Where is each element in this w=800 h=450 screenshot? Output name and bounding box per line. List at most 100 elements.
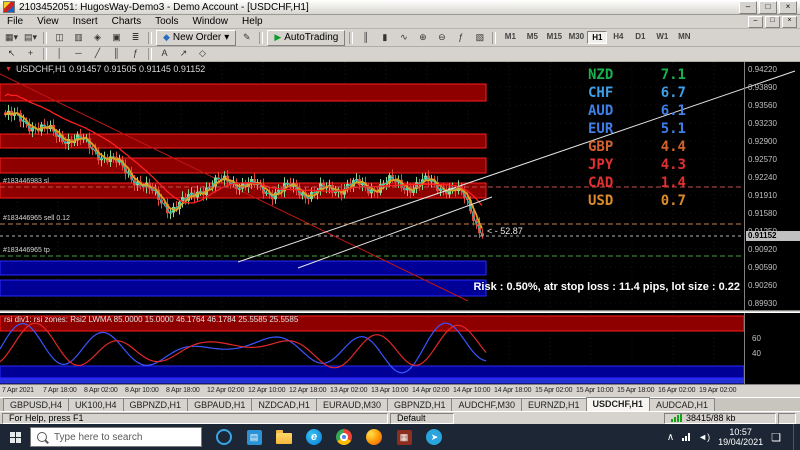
firefox-icon-glyph [366,429,382,445]
arrows-tool[interactable]: ↗ [174,47,193,61]
time-axis-label: 12 Apr 02:00 [207,387,244,394]
strength-code: CAD [588,175,613,191]
taskbar-search[interactable] [30,427,202,447]
candlestick-button[interactable]: ▮ [375,31,394,45]
action-center-icon[interactable]: ❏ [771,431,781,444]
chart-tab-gbpnzd-h1[interactable]: GBPNZD,H1 [123,398,189,411]
order-line-label: #183446965 sell 0.12 [3,215,70,222]
chart-tab-gbpnzd-h1[interactable]: GBPNZD,H1 [387,398,453,411]
close-button[interactable]: × [779,1,797,14]
indicators-button[interactable]: ƒ [451,31,470,45]
timeframe-m1[interactable]: M1 [499,31,521,44]
chrome-icon[interactable] [334,427,354,447]
timeframe-m15[interactable]: M15 [543,31,565,44]
bar-chart-button[interactable]: ║ [356,31,375,45]
indicator-scale-label: 40 [752,349,761,358]
chart-tab-eurnzd-h1[interactable]: EURNZD,H1 [521,398,587,411]
taskbar-search-input[interactable] [52,431,186,444]
toolbar-separator [43,32,47,44]
zoom-out-button[interactable]: ⊖ [432,31,451,45]
store-icon-glyph [247,430,262,445]
network-icon[interactable] [682,433,690,441]
strength-row-eur: EUR5.1 [588,121,686,137]
market-watch-button[interactable]: ◫ [50,31,69,45]
file-explorer-icon[interactable] [274,427,294,447]
maximize-button[interactable]: □ [759,1,777,14]
telegram-icon[interactable] [424,427,444,447]
time-axis-label: 8 Apr 10:00 [125,387,159,394]
title-bar[interactable]: 2103452051: HugosWay-Demo3 - Demo Accoun… [0,0,800,15]
new-order-button[interactable]: ◆New Order▾ [156,30,236,46]
chart-tab-euraud-m30[interactable]: EURAUD,M30 [316,398,388,411]
terminal-button[interactable]: ▣ [107,31,126,45]
firefox-icon[interactable] [364,427,384,447]
mt4-window: ▼ USDCHF,H1 0.91457 0.91505 0.91145 0.91… [0,0,800,450]
timeframe-w1[interactable]: W1 [651,31,673,44]
show-desktop-strip[interactable] [793,424,798,450]
panel-splitter[interactable] [0,310,800,313]
templates-button[interactable]: ▧ [470,31,489,45]
store-icon[interactable] [244,427,264,447]
time-axis-label: 12 Apr 10:00 [248,387,285,394]
line-chart-button[interactable]: ∿ [394,31,413,45]
navigator-button[interactable]: ◈ [88,31,107,45]
taskbar-clock[interactable]: 10:57 19/04/2021 [718,427,763,447]
chart-minimize-button[interactable]: – [748,16,763,28]
vertical-line-tool[interactable]: │ [50,47,69,61]
strength-value: 4.4 [661,139,686,155]
menu-insert[interactable]: Insert [66,16,105,27]
strength-code: CHF [588,85,613,101]
chart-restore-button[interactable]: □ [765,16,780,28]
time-axis-label: 7 Apr 18:00 [43,387,77,394]
menu-file[interactable]: File [0,16,30,27]
minimize-button[interactable]: – [739,1,757,14]
start-button[interactable] [0,424,30,450]
edge-icon[interactable] [304,427,324,447]
crosshair-tool[interactable]: + [21,47,40,61]
fibonacci-tool[interactable]: ƒ [126,47,145,61]
timeframe-m30[interactable]: M30 [565,31,587,44]
chart-close-button[interactable]: × [782,16,797,28]
timeframe-d1[interactable]: D1 [629,31,651,44]
chart-tab-usdchf-h1[interactable]: USDCHF,H1 [586,397,651,411]
timeframe-mn[interactable]: MN [673,31,695,44]
cortana-icon[interactable] [214,427,234,447]
new-chart-button[interactable]: ▦▾ [2,31,21,45]
app-icon-red[interactable] [394,427,414,447]
channel-tool[interactable]: ║ [107,47,126,61]
menu-tools[interactable]: Tools [148,16,185,27]
menu-view[interactable]: View [30,16,66,27]
profiles-button[interactable]: ▤▾ [21,31,40,45]
menu-window[interactable]: Window [185,16,235,27]
status-profile[interactable]: Default [390,413,454,424]
chart-tab-audchf-m30[interactable]: AUDCHF,M30 [451,398,522,411]
time-axis-label: 15 Apr 18:00 [617,387,654,394]
trendline-tool[interactable]: ╱ [88,47,107,61]
data-window-button[interactable]: ▥ [69,31,88,45]
chart-tab-gbpaud-h1[interactable]: GBPAUD,H1 [187,398,252,411]
chart-tab-uk100-h4[interactable]: UK100,H4 [68,398,124,411]
price-scale-label: 0.93890 [748,83,777,92]
chart-tab-gbpusd-h4[interactable]: GBPUSD,H4 [3,398,69,411]
search-icon [37,432,47,442]
chart-tab-nzdcad-h1[interactable]: NZDCAD,H1 [251,398,317,411]
speaker-icon[interactable]: ◄) [698,432,710,442]
menu-charts[interactable]: Charts [105,16,148,27]
hidden-icons-chevron[interactable]: ∧ [667,432,674,443]
autotrading-button[interactable]: ▶AutoTrading [267,30,345,46]
timeframe-h4[interactable]: H4 [607,31,629,44]
timeframe-h1[interactable]: H1 [587,31,607,44]
menu-help[interactable]: Help [235,16,270,27]
text-tool[interactable]: A [155,47,174,61]
cursor-tool[interactable]: ↖ [2,47,21,61]
toolbar-separator [259,32,263,44]
zoom-in-button[interactable]: ⊕ [413,31,432,45]
shapes-tool[interactable]: ◇ [193,47,212,61]
time-axis[interactable]: 7 Apr 20217 Apr 18:008 Apr 02:008 Apr 10… [0,384,800,397]
metaeditor-button[interactable]: ✎ [237,31,256,45]
timeframe-m5[interactable]: M5 [521,31,543,44]
horizontal-line-tool[interactable]: ─ [69,47,88,61]
chart-tab-audcad-h1[interactable]: AUDCAD,H1 [649,398,715,411]
edge-icon-glyph [306,429,322,445]
strategy-tester-button[interactable]: ≣ [126,31,145,45]
